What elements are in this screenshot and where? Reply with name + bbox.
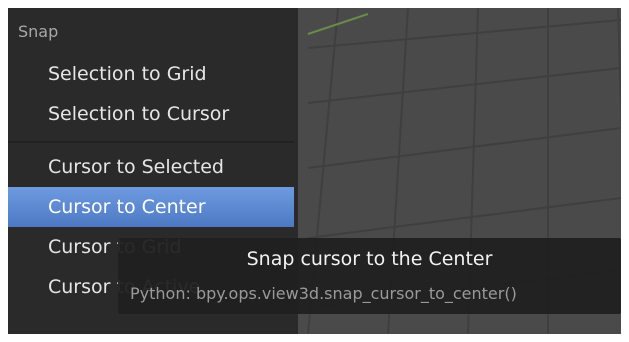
menu-item-label: Cursor to Center [48, 196, 206, 218]
menu-separator [8, 141, 294, 143]
menu-item-label: Selection to Cursor [48, 103, 230, 125]
menu-title: Snap [18, 22, 59, 41]
menu-item-cursor-to-selected[interactable]: Cursor to Selected [8, 147, 294, 187]
tooltip-python-path: Python: bpy.ops.view3d.snap_cursor_to_ce… [130, 284, 517, 303]
menu-item-selection-to-grid[interactable]: Selection to Grid [8, 54, 294, 94]
menu-item-selection-to-cursor[interactable]: Selection to Cursor [8, 94, 294, 134]
menu-item-label: Selection to Grid [48, 63, 207, 85]
menu-item-cursor-to-center[interactable]: Cursor to Center [8, 187, 294, 227]
screenshot-frame: Snap Selection to Grid Selection to Curs… [8, 8, 621, 334]
menu-item-label: Cursor to Selected [48, 156, 224, 178]
tooltip-title: Snap cursor to the Center [246, 248, 493, 270]
operator-tooltip: Snap cursor to the Center Python: bpy.op… [118, 238, 621, 314]
